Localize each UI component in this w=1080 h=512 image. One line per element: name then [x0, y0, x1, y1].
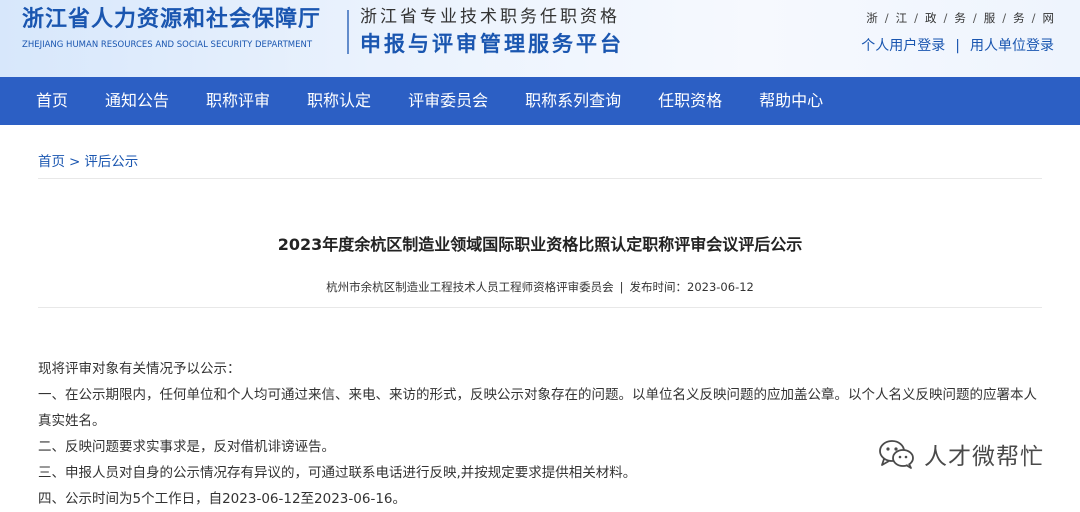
- department-name-en: ZHEJIANG HUMAN RESOURCES AND SOCIAL SECU…: [22, 40, 344, 50]
- gov-link-char[interactable]: 务: [954, 10, 966, 26]
- nav-item-qualification[interactable]: 任职资格: [658, 77, 722, 125]
- login-links: 个人用户登录 | 用人单位登录: [861, 35, 1054, 55]
- nav-item-notices[interactable]: 通知公告: [105, 77, 169, 125]
- article-meta: 杭州市余杭区制造业工程技术人员工程师资格评审委员会 | 发布时间：2023-06-1…: [38, 279, 1042, 295]
- department-logo[interactable]: 浙江省人力资源和社会保障厅 ZHEJIANG HUMAN RESOURCES A…: [22, 6, 344, 50]
- publish-label: 发布时间：: [630, 280, 688, 294]
- gov-service-link[interactable]: 浙/江/政/务/服/务/网: [861, 10, 1054, 26]
- gov-link-char[interactable]: 江: [896, 10, 908, 26]
- nav-item-help[interactable]: 帮助中心: [759, 77, 823, 125]
- breadcrumb: 首页>评后公示: [38, 125, 1042, 179]
- platform-subtitle: 浙江省专业技术职务任职资格: [360, 6, 624, 28]
- watermark-text: 人才微帮忙: [924, 437, 1044, 471]
- article-title: 2023年度余杭区制造业领域国际职业资格比照认定职称评审会议评后公示: [38, 231, 1042, 255]
- breadcrumb-separator: >: [69, 154, 80, 170]
- main-nav: 首页 通知公告 职称评审 职称认定 评审委员会 职称系列查询 任职资格 帮助中心: [0, 77, 1080, 125]
- article-paragraph: 一、在公示期限内，任何单位和个人均可通过来信、来电、来访的形式，反映公示对象存在…: [38, 382, 1048, 434]
- article-publisher: 杭州市余杭区制造业工程技术人员工程师资格评审委员会: [326, 280, 614, 294]
- article-paragraph: 现将评审对象有关情况予以公示：: [38, 356, 1048, 382]
- gov-link-char[interactable]: 网: [1043, 10, 1055, 26]
- login-separator: |: [955, 38, 960, 54]
- wechat-watermark: 人才微帮忙: [878, 437, 1044, 471]
- platform-title: 浙江省专业技术职务任职资格 申报与评审管理服务平台: [360, 6, 624, 58]
- wechat-icon: [878, 438, 916, 470]
- nav-item-title-series[interactable]: 职称系列查询: [525, 77, 621, 125]
- site-header: 浙江省人力资源和社会保障厅 ZHEJIANG HUMAN RESOURCES A…: [0, 0, 1080, 77]
- header-links: 浙/江/政/务/服/务/网 个人用户登录 | 用人单位登录: [861, 10, 1054, 55]
- nav-item-review-committee[interactable]: 评审委员会: [408, 77, 488, 125]
- article-body: 现将评审对象有关情况予以公示： 一、在公示期限内，任何单位和个人均可通过来信、来…: [38, 356, 1048, 512]
- gov-link-char[interactable]: 服: [984, 10, 996, 26]
- unit-login-link[interactable]: 用人单位登录: [970, 38, 1054, 54]
- personal-login-link[interactable]: 个人用户登录: [861, 38, 945, 54]
- meta-separator: |: [620, 280, 624, 294]
- nav-item-home[interactable]: 首页: [36, 77, 68, 125]
- breadcrumb-home[interactable]: 首页: [38, 154, 65, 170]
- nav-item-title-certification[interactable]: 职称认定: [307, 77, 371, 125]
- article-paragraph: 四、公示时间为5个工作日，自2023-06-12至2023-06-16。: [38, 486, 1048, 512]
- nav-item-title-review[interactable]: 职称评审: [206, 77, 270, 125]
- header-divider: [347, 10, 349, 54]
- breadcrumb-current[interactable]: 评后公示: [84, 154, 138, 170]
- gov-link-char[interactable]: 浙: [866, 10, 878, 26]
- gov-link-char[interactable]: 政: [925, 10, 937, 26]
- article-meta-row: 杭州市余杭区制造业工程技术人员工程师资格评审委员会 | 发布时间：2023-06-1…: [38, 279, 1042, 308]
- platform-main-title: 申报与评审管理服务平台: [360, 30, 624, 58]
- gov-link-char[interactable]: 务: [1013, 10, 1025, 26]
- publish-date: 2023-06-12: [687, 280, 754, 294]
- department-name-cn: 浙江省人力资源和社会保障厅: [22, 6, 344, 34]
